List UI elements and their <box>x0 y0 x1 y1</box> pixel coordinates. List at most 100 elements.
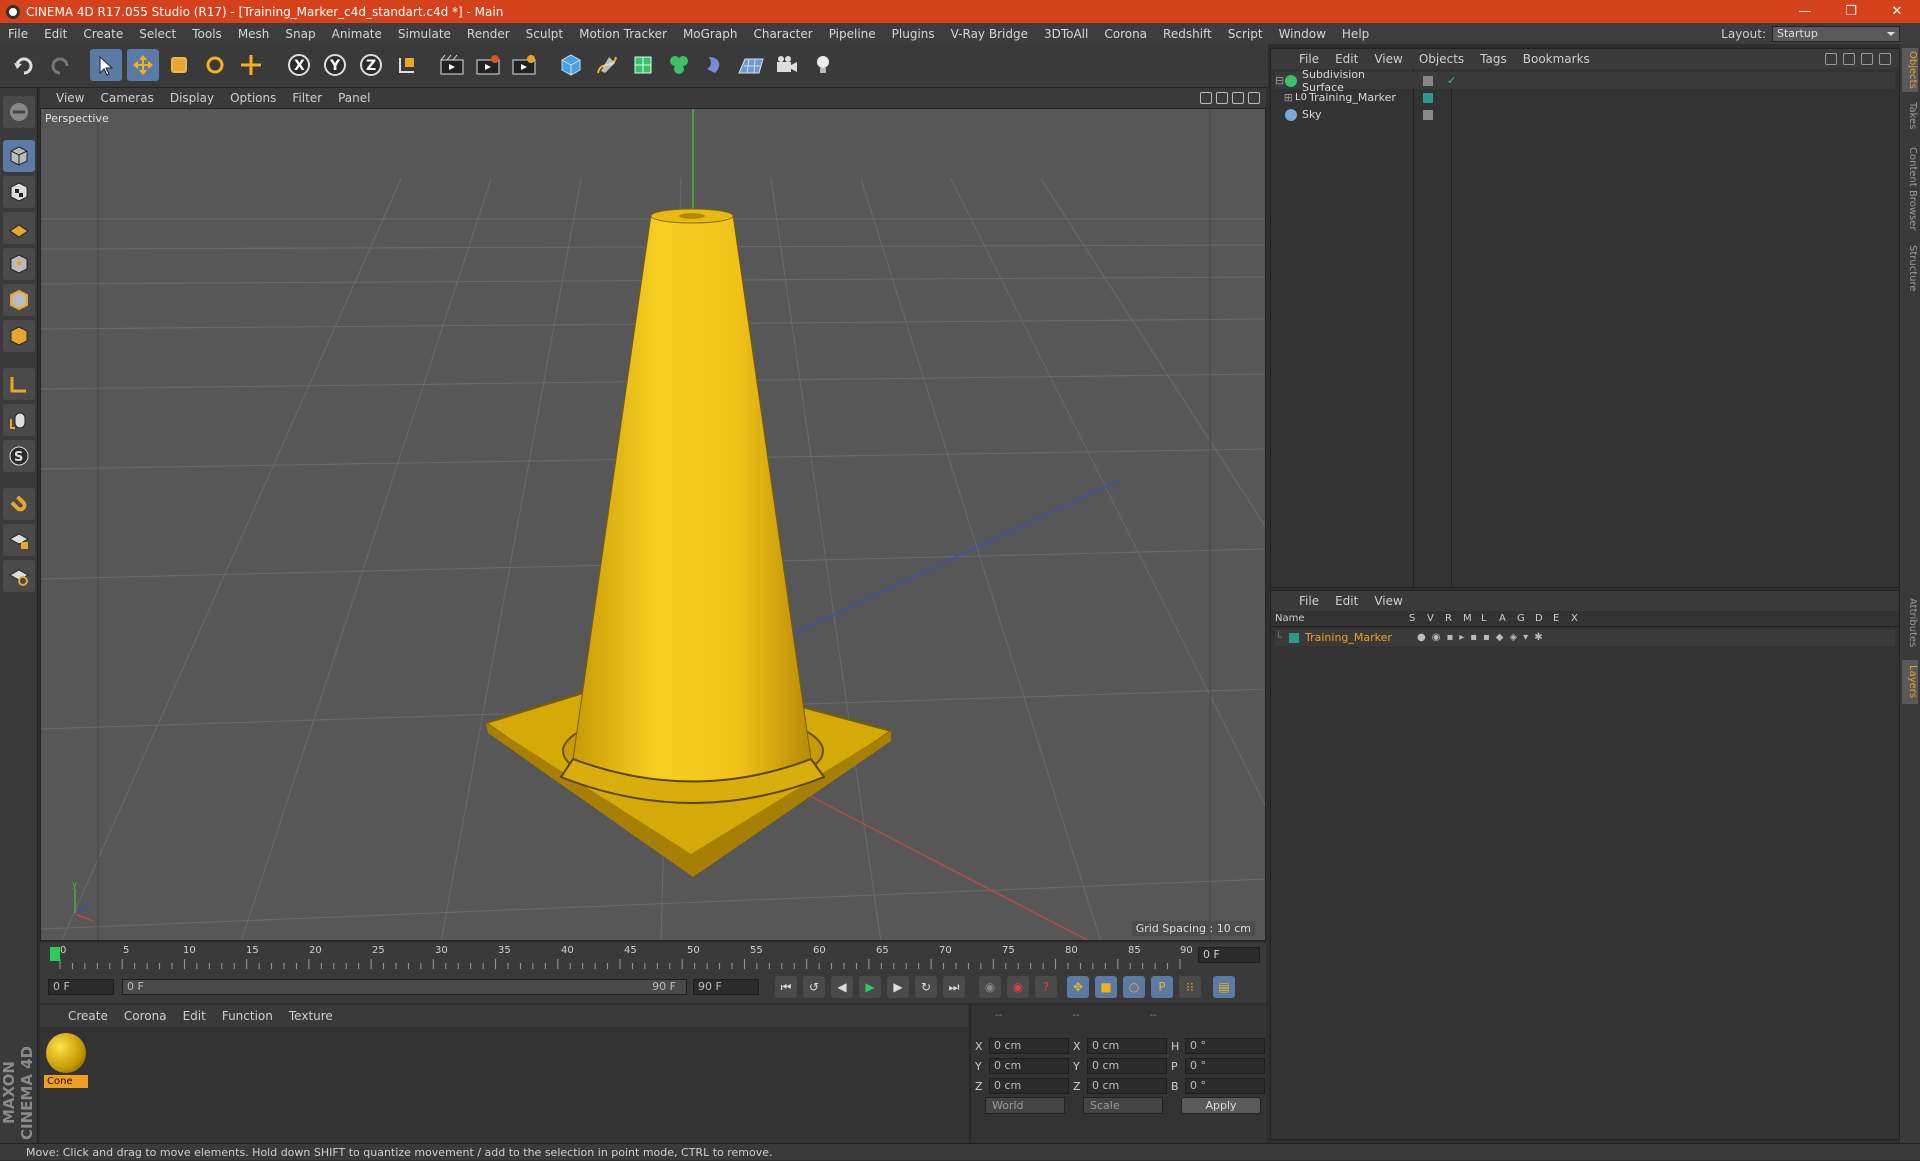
menu-help[interactable]: Help <box>1334 27 1377 41</box>
frame-range-slider[interactable]: 0 F 90 F <box>122 979 687 995</box>
workplane-lock-button[interactable] <box>3 524 35 556</box>
live-selection-button[interactable] <box>235 49 267 81</box>
workplane-mode-button[interactable] <box>3 212 35 244</box>
menu-sculpt[interactable]: Sculpt <box>518 27 571 41</box>
next-frame-button[interactable]: ▶ <box>887 976 909 998</box>
close-button[interactable]: ✕ <box>1874 4 1920 19</box>
play-button[interactable]: ▶ <box>859 976 881 998</box>
viewport-menu-view[interactable]: View <box>48 91 92 105</box>
menu-motion-tracker[interactable]: Motion Tracker <box>571 27 675 41</box>
viewport-menu-cameras[interactable]: Cameras <box>92 91 161 105</box>
layout-dropdown[interactable]: Startup <box>1772 25 1900 42</box>
material-menu-edit[interactable]: Edit <box>175 1009 214 1023</box>
layer-menu-file[interactable]: File <box>1291 594 1327 608</box>
key-parameter-button[interactable]: P <box>1151 976 1173 998</box>
tab-attributes[interactable]: Attributes <box>1902 592 1918 654</box>
menu-plugins[interactable]: Plugins <box>884 27 943 41</box>
editor-visibility-icon[interactable] <box>1423 109 1433 120</box>
polygons-mode-button[interactable] <box>3 320 35 352</box>
material-menu-corona[interactable]: Corona <box>116 1009 175 1023</box>
new-window-icon[interactable] <box>1861 53 1873 65</box>
light-object-button[interactable] <box>807 49 839 81</box>
expand-icon[interactable]: ⊞ <box>1275 91 1295 104</box>
snap-toggle-button[interactable] <box>3 488 35 520</box>
size-mode-dropdown[interactable]: Scale <box>1083 1097 1163 1114</box>
size-y-field[interactable]: 0 cm <box>1087 1058 1167 1074</box>
menu-animate[interactable]: Animate <box>324 27 390 41</box>
y-axis-lock-button[interactable]: Y <box>319 49 351 81</box>
model-mode-button[interactable] <box>3 140 35 172</box>
menu-tools[interactable]: Tools <box>184 27 230 41</box>
deformer-button[interactable] <box>699 49 731 81</box>
material-menu-texture[interactable]: Texture <box>281 1009 341 1023</box>
position-y-field[interactable]: 0 cm <box>989 1058 1069 1074</box>
tab-objects[interactable]: Objects <box>1902 48 1918 92</box>
render-view-button[interactable] <box>436 49 468 81</box>
enabled-check-icon[interactable]: ✓ <box>1447 74 1456 87</box>
key-scale-button[interactable]: ■ <box>1095 976 1117 998</box>
go-to-end-button[interactable]: ⏭ <box>943 976 965 998</box>
tweak-mode-button[interactable] <box>3 404 35 436</box>
menu-character[interactable]: Character <box>745 27 820 41</box>
menu-mograph[interactable]: MoGraph <box>675 27 746 41</box>
pen-spline-button[interactable] <box>591 49 623 81</box>
rotation-h-field[interactable]: 0 ° <box>1185 1038 1265 1054</box>
search-icon[interactable] <box>1825 53 1837 65</box>
go-to-start-button[interactable]: ⏮ <box>775 976 797 998</box>
scale-tool-button[interactable] <box>163 49 195 81</box>
end-frame-field[interactable]: 90 F <box>693 979 759 995</box>
restore-button[interactable]: ❐ <box>1828 4 1874 19</box>
key-pla-button[interactable]: ⁝⁝ <box>1179 976 1201 998</box>
cloner-button[interactable] <box>663 49 695 81</box>
current-frame-field[interactable]: 0 F <box>1198 947 1260 963</box>
record-keys-button[interactable]: ◉ <box>979 976 1001 998</box>
rotation-p-field[interactable]: 0 ° <box>1185 1058 1265 1074</box>
cube-object-button[interactable] <box>555 49 587 81</box>
menu-mesh[interactable]: Mesh <box>230 27 278 41</box>
timeline-window-button[interactable]: ▤ <box>1213 976 1235 998</box>
apply-button[interactable]: Apply <box>1181 1097 1261 1114</box>
object-menu-file[interactable]: File <box>1291 52 1327 66</box>
next-key-button[interactable]: ↻ <box>915 976 937 998</box>
layer-row-training-marker[interactable]: └ Training_Marker ●◉▪▸▪▪◆◈▾✱ <box>1275 629 1895 646</box>
menu-redshift[interactable]: Redshift <box>1155 27 1220 41</box>
perspective-viewport[interactable]: y Perspective Grid Spacing : 10 cm <box>40 108 1266 941</box>
layer-color-icon[interactable] <box>1289 632 1299 643</box>
home-icon[interactable] <box>1843 53 1855 65</box>
object-menu-objects[interactable]: Objects <box>1411 52 1472 66</box>
editor-visibility-icon[interactable] <box>1423 75 1433 86</box>
viewport-maximize-icon[interactable] <box>1248 92 1260 104</box>
panel-menu-icon[interactable] <box>1879 53 1891 65</box>
tab-content-browser[interactable]: Content Browser <box>1902 144 1918 234</box>
rotate-tool-button[interactable] <box>199 49 231 81</box>
tab-takes[interactable]: Takes <box>1902 100 1918 132</box>
previous-frame-button[interactable]: ◀ <box>831 976 853 998</box>
solo-mode-button[interactable]: S <box>3 440 35 472</box>
layer-menu-edit[interactable]: Edit <box>1327 594 1366 608</box>
menu-snap[interactable]: Snap <box>277 27 323 41</box>
x-axis-lock-button[interactable]: X <box>283 49 315 81</box>
coordinate-mode-dropdown[interactable]: World <box>985 1097 1065 1114</box>
axis-mode-button[interactable] <box>3 368 35 400</box>
material-menu-create[interactable]: Create <box>60 1009 116 1023</box>
viewport-menu-options[interactable]: Options <box>222 91 284 105</box>
rotation-b-field[interactable]: 0 ° <box>1185 1078 1265 1094</box>
undo-button[interactable] <box>8 49 40 81</box>
object-row-training-marker[interactable]: ⊞ L0 Training_Marker <box>1275 89 1895 106</box>
redo-button[interactable] <box>44 49 76 81</box>
key-rotation-button[interactable]: ○ <box>1123 976 1145 998</box>
size-x-field[interactable]: 0 cm <box>1087 1038 1167 1054</box>
workplane-align-button[interactable] <box>3 560 35 592</box>
material-menu-function[interactable]: Function <box>214 1009 281 1023</box>
viewport-rotate-icon[interactable] <box>1232 92 1244 104</box>
object-menu-view[interactable]: View <box>1366 52 1410 66</box>
keyframe-selection-button[interactable]: ? <box>1035 976 1057 998</box>
edges-mode-button[interactable] <box>3 284 35 316</box>
previous-key-button[interactable]: ↺ <box>803 976 825 998</box>
object-row-sky[interactable]: Sky <box>1275 106 1895 123</box>
viewport-menu-display[interactable]: Display <box>162 91 222 105</box>
start-frame-field[interactable]: 0 F <box>48 979 114 995</box>
viewport-menu-filter[interactable]: Filter <box>284 91 330 105</box>
coordinate-system-button[interactable] <box>391 49 423 81</box>
key-position-button[interactable]: ✥ <box>1067 976 1089 998</box>
